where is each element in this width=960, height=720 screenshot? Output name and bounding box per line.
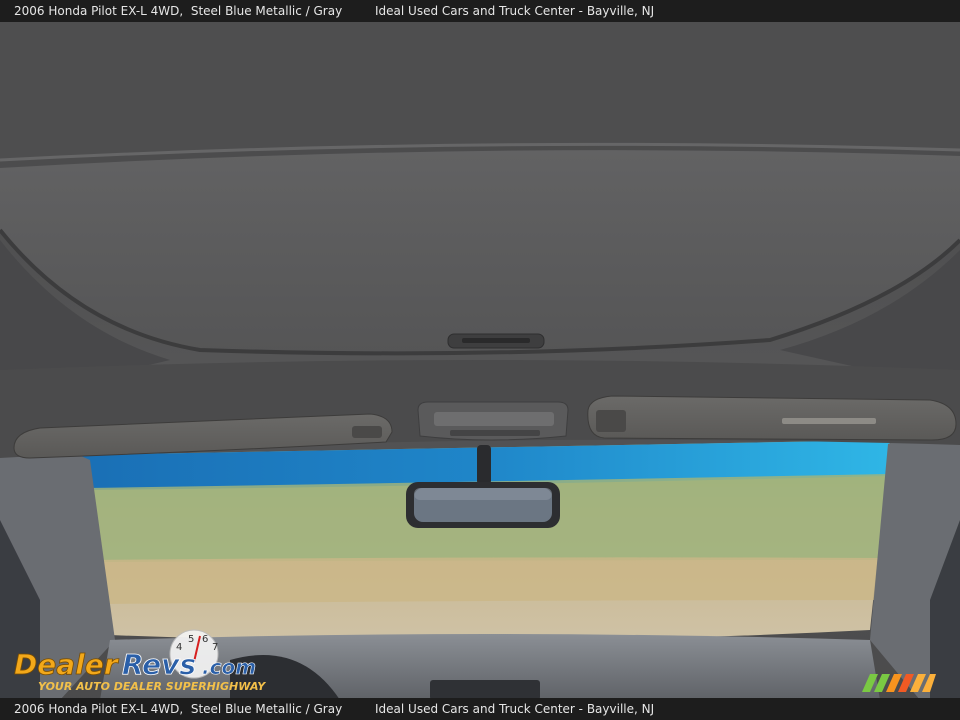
caption-bar-top: 2006 Honda Pilot EX-L 4WD, Steel Blue Me… [0,0,960,22]
photo-frame: 2006 Honda Pilot EX-L 4WD, Steel Blue Me… [0,0,960,720]
dealer-caption: Ideal Used Cars and Truck Center - Bayvi… [375,4,655,18]
svg-text:Dealer: Dealer [14,648,120,681]
vehicle-caption-bottom: 2006 Honda Pilot EX-L 4WD, Steel Blue Me… [14,702,343,716]
accent-stripes-icon [862,674,936,692]
svg-text:5: 5 [188,634,194,645]
svg-text:YOUR AUTO DEALER SUPERHIGHWAY: YOUR AUTO DEALER SUPERHIGHWAY [38,680,266,693]
svg-text:7: 7 [212,642,218,653]
vehicle-caption: 2006 Honda Pilot EX-L 4WD, Steel Blue Me… [14,4,343,18]
svg-text:.com: .com [202,655,256,679]
interior-photo [0,0,960,720]
caption-bar-bottom: 2006 Honda Pilot EX-L 4WD, Steel Blue Me… [0,698,960,720]
svg-text:6: 6 [202,634,208,645]
dealer-caption-bottom: Ideal Used Cars and Truck Center - Bayvi… [375,702,655,716]
dealerrevs-logo: 4 5 6 7 Dealer Revs .com YOUR AUTO DEALE… [14,629,266,693]
svg-text:Revs: Revs [122,648,196,681]
